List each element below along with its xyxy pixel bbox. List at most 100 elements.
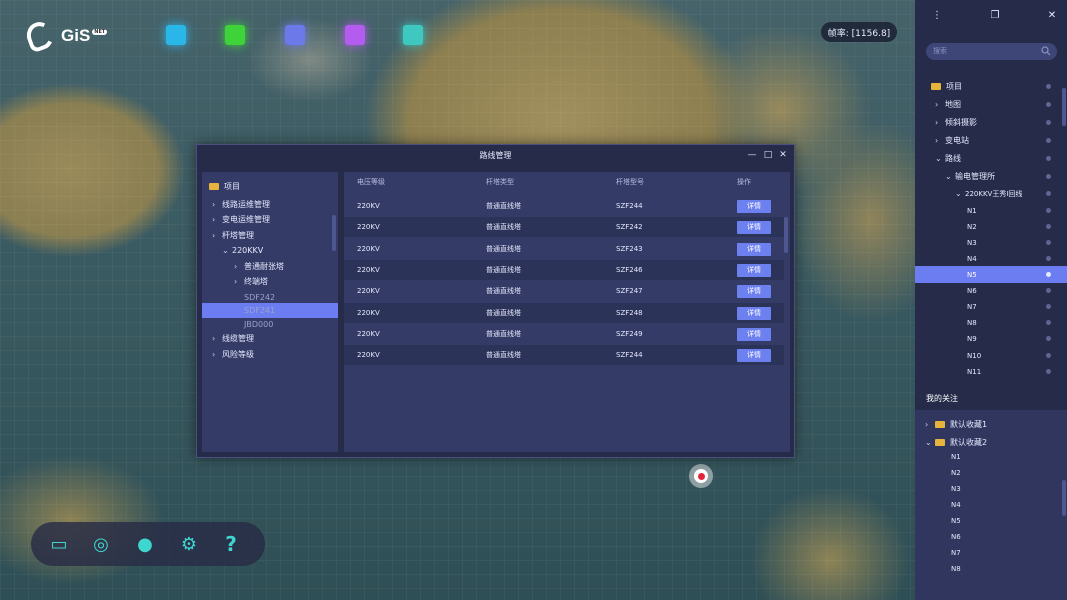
table-row: 220KV 普通直线塔 SZF246 详情 bbox=[344, 259, 784, 280]
restore-icon[interactable]: ❐ bbox=[988, 9, 1002, 23]
panel-tree-item[interactable]: N2 bbox=[915, 218, 1067, 235]
tree-item-label: 220KKV bbox=[232, 246, 264, 255]
tree-item[interactable]: › 杆塔管理 bbox=[212, 228, 254, 243]
cube-icon bbox=[345, 25, 365, 45]
tree-item-label: SDF241 bbox=[244, 306, 276, 315]
table-cell: SZF243 bbox=[616, 244, 643, 253]
panel-tree-item[interactable]: ⌄ 输电管理所 bbox=[915, 168, 1067, 185]
favorite-item[interactable]: N1 bbox=[915, 449, 1067, 466]
grid-tool[interactable] bbox=[220, 20, 250, 50]
tree-item[interactable]: › 线缆管理 bbox=[212, 331, 254, 346]
panel-tree-item[interactable]: › 倾斜摄影 bbox=[915, 114, 1067, 131]
cube-tool[interactable] bbox=[340, 20, 370, 50]
panel-tree-item[interactable]: N3 bbox=[915, 234, 1067, 251]
panel-tree-item[interactable]: › 变电站 bbox=[915, 132, 1067, 149]
layers-icon bbox=[166, 25, 186, 45]
panel-tree-label: N2 bbox=[967, 223, 977, 231]
panel-tree-label: 220KKV王秀Ⅰ回线 bbox=[965, 190, 1023, 198]
target-pin-icon[interactable]: ◎ bbox=[89, 532, 113, 556]
chevron-right-icon: › bbox=[925, 420, 929, 429]
map-marker[interactable] bbox=[689, 464, 713, 488]
panel-tree-item[interactable]: › 地图 bbox=[915, 96, 1067, 113]
favorite-item[interactable]: N5 bbox=[915, 513, 1067, 530]
table-cell: 220KV bbox=[357, 202, 380, 210]
favorite-item[interactable]: N8 bbox=[915, 561, 1067, 578]
detail-button[interactable]: 详情 bbox=[737, 285, 771, 299]
detail-button[interactable]: 详情 bbox=[737, 349, 771, 363]
favorites-title: 我的关注 bbox=[926, 394, 958, 403]
table-cell: 普通直线塔 bbox=[486, 202, 521, 210]
table-row: 220KV 普通直线塔 SZF243 详情 bbox=[344, 239, 784, 259]
panel-tree-item[interactable]: N8 bbox=[915, 314, 1067, 331]
chevron-right-icon: › bbox=[935, 136, 939, 145]
table-cell: SZF244 bbox=[616, 351, 643, 360]
tree-item[interactable]: › 线路运维管理 bbox=[212, 197, 270, 212]
panel-tree-item[interactable]: N11 bbox=[915, 363, 1067, 380]
detail-button[interactable]: 详情 bbox=[737, 263, 771, 277]
panel-tree-item[interactable]: N6 bbox=[915, 282, 1067, 299]
tree-item[interactable]: JBD000 bbox=[234, 317, 273, 332]
favorite-item[interactable]: N7 bbox=[915, 545, 1067, 562]
menu-icon[interactable]: ⋮ bbox=[930, 9, 944, 23]
minimize-icon[interactable]: — bbox=[746, 148, 758, 162]
tree-item[interactable]: › 变电运维管理 bbox=[212, 212, 270, 227]
battery-icon[interactable]: ▭ bbox=[47, 532, 71, 556]
panel-tree-label: 项目 bbox=[946, 82, 962, 91]
chevron-right-icon: › bbox=[212, 200, 216, 209]
help-icon[interactable]: ? bbox=[219, 532, 243, 556]
settings-icon[interactable]: ⚙ bbox=[177, 532, 201, 556]
folder-icon bbox=[935, 439, 945, 446]
tree-item-label: 线缆管理 bbox=[222, 334, 254, 343]
close-icon[interactable]: ✕ bbox=[777, 148, 789, 162]
tree-item[interactable]: › 风险等级 bbox=[212, 347, 254, 362]
close-icon[interactable]: ✕ bbox=[1045, 9, 1059, 23]
favorite-item[interactable]: N3 bbox=[915, 481, 1067, 498]
tree-item-label: JBD000 bbox=[244, 320, 274, 329]
detail-button[interactable]: 详情 bbox=[737, 306, 771, 320]
panel-tree-item[interactable]: N7 bbox=[915, 298, 1067, 315]
pin-icon[interactable]: ● bbox=[133, 532, 157, 556]
panel-tree-item[interactable]: N10 bbox=[915, 347, 1067, 364]
panel-scrollbar[interactable] bbox=[1062, 88, 1066, 126]
status-dot bbox=[1046, 84, 1051, 89]
favorite-item[interactable]: N6 bbox=[915, 529, 1067, 546]
chevron-down-icon: ⌄ bbox=[945, 172, 952, 181]
tree-item[interactable]: ⌄ 220KKV bbox=[222, 243, 263, 258]
table-cell: 普通直线塔 bbox=[486, 265, 521, 274]
favorite-item[interactable]: N4 bbox=[915, 497, 1067, 514]
detail-button[interactable]: 详情 bbox=[737, 221, 771, 235]
detail-button[interactable]: 详情 bbox=[737, 200, 771, 213]
tree-root[interactable]: 项目 bbox=[209, 179, 240, 194]
favorite-item-label: N3 bbox=[951, 485, 961, 493]
tree-item[interactable]: SDF241 bbox=[202, 303, 338, 318]
maximize-icon[interactable]: □ bbox=[762, 148, 774, 162]
favorite-item[interactable]: N2 bbox=[915, 465, 1067, 482]
search-input[interactable]: 搜索 bbox=[926, 43, 1057, 60]
status-dot bbox=[1046, 240, 1051, 245]
panel-tree-label: N5 bbox=[967, 271, 977, 279]
panel-tree-item[interactable]: N9 bbox=[915, 330, 1067, 347]
table-scrollbar[interactable] bbox=[784, 217, 788, 253]
favorite-group[interactable]: › 默认收藏1 bbox=[915, 416, 1067, 433]
status-dot bbox=[1046, 369, 1051, 374]
panel-tree-item[interactable]: 项目 bbox=[915, 78, 1067, 95]
tree-item-label: 普通耐张塔 bbox=[244, 262, 284, 271]
layers-tool[interactable] bbox=[161, 20, 191, 50]
tree-item[interactable]: › 普通耐张塔 bbox=[234, 259, 284, 274]
tree-scrollbar[interactable] bbox=[332, 215, 336, 251]
panel-tree-item[interactable]: N4 bbox=[915, 250, 1067, 267]
panel-tree-item[interactable]: ⌄ 220KKV王秀Ⅰ回线 bbox=[915, 185, 1067, 202]
panel-tree-label: N10 bbox=[967, 352, 982, 360]
table-cell: SZF246 bbox=[616, 265, 643, 274]
detail-button[interactable]: 详情 bbox=[737, 327, 771, 341]
detail-button[interactable]: 详情 bbox=[737, 242, 771, 256]
panel-tree-label: N1 bbox=[967, 207, 977, 215]
panel-tree-item[interactable]: N1 bbox=[915, 202, 1067, 219]
panel-tool[interactable] bbox=[398, 20, 428, 50]
panel-tree-item[interactable]: N5 bbox=[915, 266, 1067, 283]
tree-item[interactable]: › 终端塔 bbox=[234, 274, 268, 289]
location-tool[interactable] bbox=[280, 20, 310, 50]
panel-tree-item[interactable]: ⌄ 路线 bbox=[915, 150, 1067, 167]
table-cell: SZF242 bbox=[616, 223, 643, 232]
search-icon[interactable] bbox=[1041, 46, 1051, 56]
